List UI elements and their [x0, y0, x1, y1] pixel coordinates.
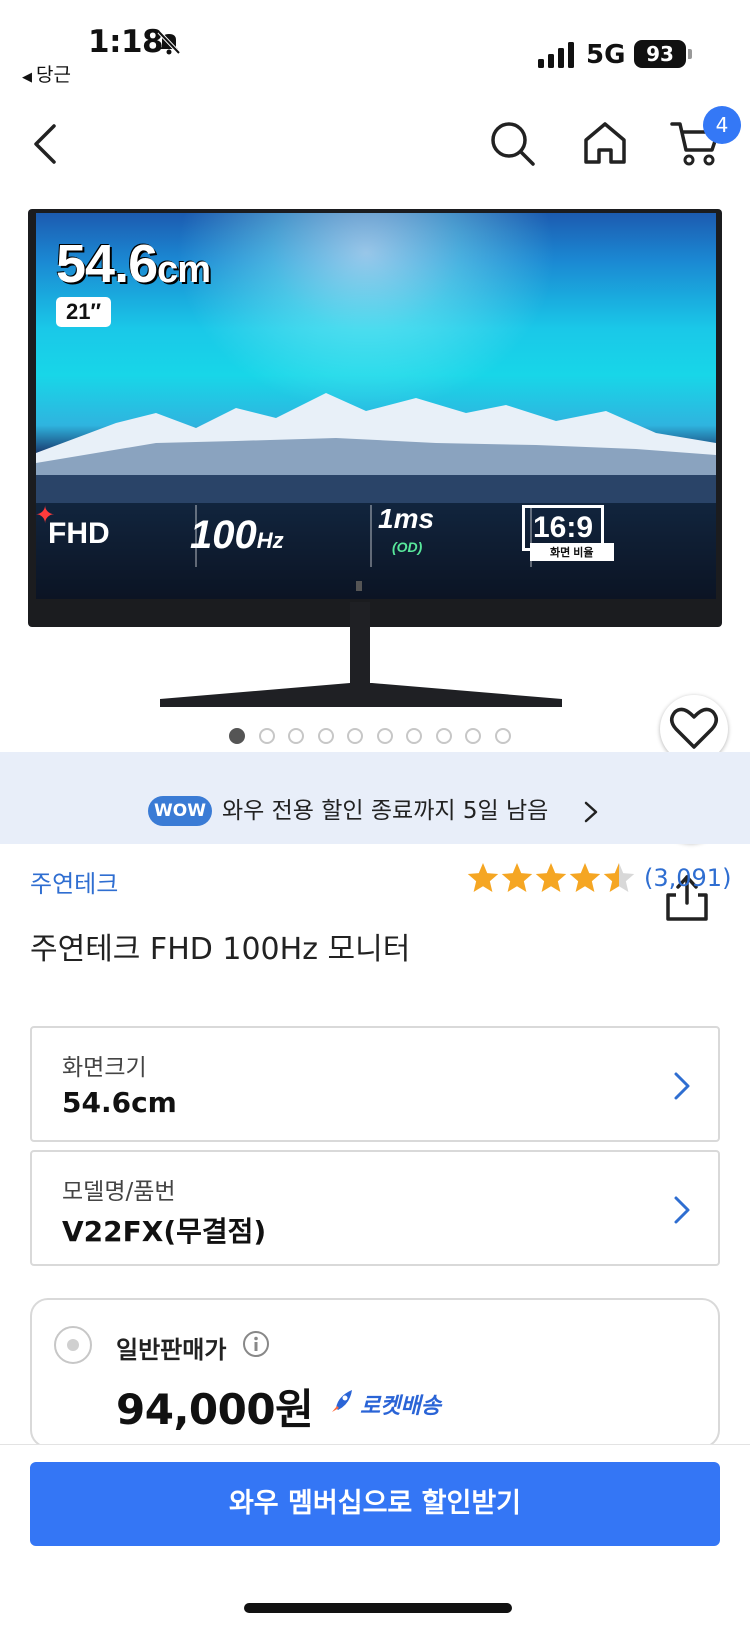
back-arrow-icon[interactable]: [28, 120, 68, 168]
carousel-dot[interactable]: [494, 728, 511, 744]
top-nav: [0, 100, 750, 190]
mountains-graphic: [36, 393, 716, 503]
monitor-screen: 54.6cm 21″: [36, 213, 716, 599]
refresh-rate-label: 100Hz: [190, 513, 284, 558]
carousel-dot[interactable]: [317, 728, 334, 744]
status-time: 1:18: [88, 24, 164, 60]
back-triangle-icon: ◀: [22, 70, 32, 85]
home-indicator: [244, 1603, 512, 1613]
info-icon[interactable]: [242, 1330, 270, 1358]
product-title: 주연테크 FHD 100Hz 모니터: [30, 932, 411, 967]
rocket-icon: [332, 1390, 352, 1412]
carousel-dot[interactable]: [406, 728, 422, 744]
response-time-sub: (OD): [392, 539, 423, 555]
chevron-right-icon: [674, 1196, 690, 1224]
screen-size-overlay: 54.6cm: [56, 233, 211, 295]
status-bar: 1:18 ◀ 당근 5G 93: [0, 0, 750, 90]
option-value: V22FX(무결점): [62, 1215, 267, 1248]
review-count-link[interactable]: (3,091): [644, 864, 731, 892]
refresh-rate-number: 100: [190, 513, 257, 557]
chevron-right-icon[interactable]: [583, 800, 599, 824]
screen-size-number: 54.6: [56, 234, 158, 294]
carousel-dot[interactable]: [347, 728, 363, 744]
monitor-stand-base: [160, 683, 562, 707]
back-to-app-link[interactable]: ◀ 당근: [22, 60, 71, 87]
star-icon: [603, 863, 635, 892]
price-value: 94,000원: [116, 1385, 314, 1434]
star-rating[interactable]: [466, 862, 636, 896]
spec-divider: [370, 505, 372, 567]
price-option-card[interactable]: 일반판매가 94,000원 로켓배송: [30, 1298, 720, 1448]
option-label: 모델명/품번: [62, 1179, 176, 1205]
star-icon: [501, 863, 533, 892]
product-image-carousel[interactable]: 54.6cm 21″ ✦ FHD 100Hz 1ms (OD) 16:9 화면 …: [0, 205, 750, 921]
carousel-dot[interactable]: [258, 728, 275, 744]
brand-link[interactable]: 주연테크: [30, 864, 118, 899]
price-radio[interactable]: [54, 1326, 92, 1364]
carousel-dot[interactable]: [229, 728, 245, 744]
carousel-dots: [0, 726, 750, 746]
screen-inch-badge: 21″: [56, 297, 112, 327]
resolution-label: FHD: [48, 517, 110, 550]
chevron-right-icon: [674, 1072, 690, 1100]
search-icon[interactable]: [487, 118, 537, 168]
bell-off-icon: [157, 30, 181, 55]
battery-cap: [688, 49, 692, 59]
battery-level: 93: [646, 42, 674, 66]
star-icon: [535, 863, 567, 892]
carousel-dot[interactable]: [288, 728, 304, 744]
cart-count-badge: 4: [703, 106, 741, 144]
wow-banner-text[interactable]: 와우 전용 할인 종료까지 5일 남음: [222, 796, 548, 826]
option-screen-size[interactable]: 화면크기 54.6cm: [30, 1026, 720, 1142]
home-icon[interactable]: [580, 118, 630, 168]
option-model-number[interactable]: 모델명/품번 V22FX(무결점): [30, 1150, 720, 1266]
price-label: 일반판매가: [116, 1336, 227, 1364]
brand-logo-mark: [356, 581, 362, 591]
monitor-stand-neck: [350, 602, 370, 694]
signal-icon: [538, 42, 574, 68]
star-icon: [467, 863, 499, 892]
battery-icon: 93: [634, 40, 686, 68]
carousel-dot[interactable]: [376, 728, 393, 744]
carousel-dot[interactable]: [465, 728, 481, 744]
spec-band: [36, 503, 716, 599]
rocket-delivery-label: 로켓배송: [360, 1394, 441, 1419]
screen-size-unit: cm: [157, 249, 211, 291]
aspect-ratio-caption: 화면 비율: [530, 543, 614, 561]
option-label: 화면크기: [62, 1055, 147, 1081]
network-label: 5G: [586, 40, 626, 70]
wow-membership-button[interactable]: 와우 멤버십으로 할인받기: [30, 1462, 720, 1546]
back-app-label: 당근: [36, 64, 71, 86]
star-icon: [569, 863, 601, 892]
response-time-label: 1ms: [378, 503, 435, 534]
option-value: 54.6cm: [62, 1086, 177, 1119]
wow-badge: WOW: [148, 796, 212, 826]
carousel-dot[interactable]: [435, 728, 452, 744]
refresh-rate-unit: Hz: [256, 528, 284, 553]
